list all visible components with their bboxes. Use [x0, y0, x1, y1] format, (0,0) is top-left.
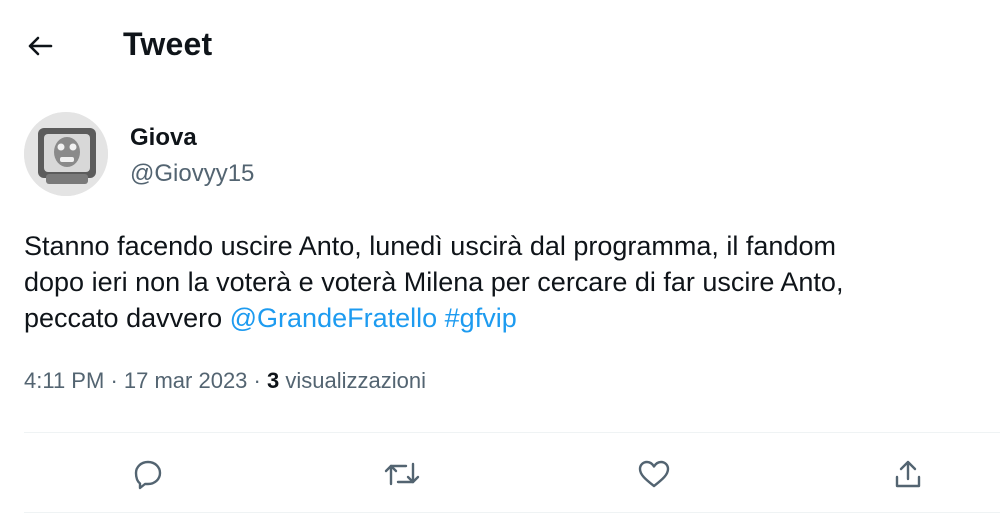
meta-separator: · [253, 368, 261, 393]
divider [24, 512, 1000, 513]
tweet-line: peccato davvero [24, 303, 223, 333]
tweet-header: Tweet [0, 0, 1000, 90]
views-count: 3 [267, 368, 280, 393]
tweet-time[interactable]: 4:11 PM [24, 368, 104, 393]
like-button[interactable] [634, 454, 674, 494]
heart-icon [637, 458, 671, 490]
retweet-icon [384, 458, 420, 490]
mention-link[interactable]: @GrandeFratello [230, 303, 438, 333]
tweet-actions [0, 440, 1000, 510]
reply-icon [132, 458, 164, 490]
divider [24, 432, 1000, 433]
tweet-line: Stanno facendo uscire Anto, lunedì uscir… [24, 231, 836, 261]
tweet-text: Stanno facendo uscire Anto, lunedì uscir… [24, 228, 984, 336]
tweet-meta: 4:11 PM · 17 mar 2023 · 3 visualizzazion… [24, 368, 426, 394]
meta-separator: · [110, 368, 118, 393]
hashtag-link[interactable]: #gfvip [445, 303, 517, 333]
arrow-left-icon [27, 35, 53, 57]
avatar[interactable] [24, 112, 108, 196]
share-icon [892, 458, 924, 490]
page-title: Tweet [123, 26, 213, 62]
tweet-date[interactable]: 17 mar 2023 [124, 368, 248, 393]
retweet-button[interactable] [382, 454, 422, 494]
reply-button[interactable] [128, 454, 168, 494]
tweet-line: dopo ieri non la voterà e voterà Milena … [24, 267, 844, 297]
display-name[interactable]: Giova [130, 124, 197, 152]
views-label: visualizzazioni [285, 368, 426, 393]
back-button[interactable] [20, 26, 60, 66]
share-button[interactable] [888, 454, 928, 494]
user-handle[interactable]: @Giovyy15 [130, 160, 254, 188]
